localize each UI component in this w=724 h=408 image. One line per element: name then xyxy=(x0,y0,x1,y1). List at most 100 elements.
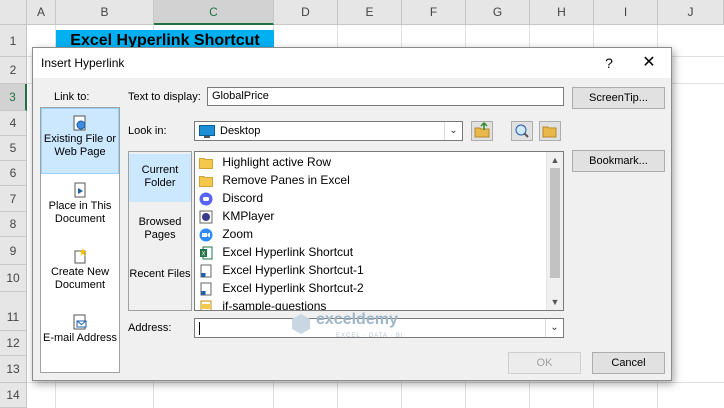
row-header-14[interactable]: 14 xyxy=(0,383,27,408)
look-in-label: Look in: xyxy=(128,125,167,137)
browse-web-button[interactable] xyxy=(511,121,533,141)
email-icon xyxy=(73,314,87,330)
link-to-label-text: Place in This Document xyxy=(48,200,112,225)
row-header-5[interactable]: 5 xyxy=(0,136,27,161)
file-name: if-sample-questions xyxy=(222,299,327,311)
column-header-j[interactable]: J xyxy=(658,0,724,25)
file-name: Excel Hyperlink Shortcut xyxy=(222,245,354,259)
list-item[interactable]: X Excel Hyperlink Shortcut xyxy=(199,243,353,261)
row-header-13[interactable]: 13 xyxy=(0,356,27,383)
desktop-icon xyxy=(199,125,215,138)
folder-icon xyxy=(199,175,213,187)
text-to-display-input[interactable]: GlobalPrice xyxy=(207,87,564,106)
shortcut-file-icon xyxy=(200,282,212,296)
link-to-pane: Existing File or Web Page Place in This … xyxy=(40,107,120,373)
row-header-7[interactable]: 7 xyxy=(0,186,27,212)
link-to-label-text: Existing File or Web Page xyxy=(43,133,117,158)
column-header-b[interactable]: B xyxy=(56,0,154,25)
column-header-d[interactable]: D xyxy=(274,0,338,25)
browsed-pages-tab[interactable]: Browsed Pages xyxy=(129,206,191,254)
file-name: Excel Hyperlink Shortcut-2 xyxy=(222,281,364,295)
cancel-button[interactable]: Cancel xyxy=(592,352,665,374)
new-document-icon xyxy=(74,248,87,264)
insert-hyperlink-dialog: Insert Hyperlink ? ✕ Link to: Existing F… xyxy=(32,47,672,381)
text-cursor xyxy=(199,322,200,335)
row-header-10[interactable]: 10 xyxy=(0,265,27,292)
up-folder-button[interactable] xyxy=(471,121,493,141)
list-item[interactable]: Zoom xyxy=(199,225,253,243)
column-header-a[interactable]: A xyxy=(27,0,56,25)
browse-file-button[interactable] xyxy=(539,121,561,141)
row-header-9[interactable]: 9 xyxy=(0,237,27,265)
column-header-h[interactable]: H xyxy=(530,0,594,25)
row-header-8[interactable]: 8 xyxy=(0,212,27,237)
row-header-1[interactable]: 1 xyxy=(0,25,27,57)
browse-web-icon xyxy=(515,124,529,138)
shortcut-file-icon xyxy=(200,264,212,278)
chevron-down-icon[interactable]: ⌄ xyxy=(545,319,563,337)
close-button[interactable]: ✕ xyxy=(639,53,659,73)
web-file-icon xyxy=(73,115,86,131)
pdf-file-icon xyxy=(200,300,212,310)
document-place-icon xyxy=(74,182,86,198)
svg-text:X: X xyxy=(201,251,205,257)
column-header-i[interactable]: I xyxy=(594,0,658,25)
row-header-3[interactable]: 3 xyxy=(0,84,27,111)
address-label: Address: xyxy=(128,322,172,334)
folder-up-icon xyxy=(474,121,490,138)
zoom-icon xyxy=(199,228,213,242)
sub-navigation-pane: Current Folder Browsed Pages Recent File… xyxy=(128,151,192,311)
list-item[interactable]: Discord xyxy=(199,189,263,207)
excel-file-icon: X xyxy=(200,246,213,260)
column-header-e[interactable]: E xyxy=(338,0,402,25)
link-to-create-new-document[interactable]: Create New Document xyxy=(41,242,119,308)
exceldemy-logo-icon xyxy=(292,314,310,334)
row-header-6[interactable]: 6 xyxy=(0,161,27,186)
row-header-4[interactable]: 4 xyxy=(0,111,27,136)
link-to-label-text: Create New Document xyxy=(50,266,110,291)
row-header-12[interactable]: 12 xyxy=(0,331,27,356)
row-header-2[interactable]: 2 xyxy=(0,57,27,84)
link-to-existing-file[interactable]: Existing File or Web Page xyxy=(41,108,119,174)
current-folder-tab[interactable]: Current Folder xyxy=(129,154,191,202)
chevron-down-icon[interactable]: ⌄ xyxy=(444,122,462,140)
column-header-g[interactable]: G xyxy=(466,0,530,25)
screentip-button[interactable]: ScreenTip... xyxy=(572,87,665,109)
link-to-label: Link to: xyxy=(54,91,90,103)
watermark-tagline: EXCEL · DATA · BI xyxy=(336,333,404,339)
list-item[interactable]: Remove Panes in Excel xyxy=(199,171,350,189)
scroll-up-icon[interactable]: ▲ xyxy=(547,152,563,168)
scroll-thumb[interactable] xyxy=(550,168,560,278)
discord-icon xyxy=(199,192,213,206)
select-all-corner[interactable] xyxy=(0,0,27,25)
list-item[interactable]: Excel Hyperlink Shortcut-2 xyxy=(199,279,364,297)
file-name: Zoom xyxy=(222,227,254,241)
dialog-title: Insert Hyperlink xyxy=(41,56,125,70)
column-header-c[interactable]: C xyxy=(154,0,274,25)
file-name: Highlight active Row xyxy=(222,155,332,169)
list-item[interactable]: if-sample-questions xyxy=(199,297,327,311)
folder-icon xyxy=(199,157,213,169)
ok-button[interactable]: OK xyxy=(508,352,581,374)
link-to-email-address[interactable]: E-mail Address xyxy=(41,308,119,374)
list-item[interactable]: KMPlayer xyxy=(199,207,274,225)
recent-files-tab[interactable]: Recent Files xyxy=(129,258,191,306)
list-item[interactable]: Highlight active Row xyxy=(199,153,331,171)
bookmark-button[interactable]: Bookmark... xyxy=(572,150,665,172)
look-in-dropdown[interactable]: Desktop ⌄ xyxy=(194,121,463,141)
file-list: Highlight active Row Remove Panes in Exc… xyxy=(194,151,564,311)
look-in-value: Desktop xyxy=(220,125,261,137)
file-name: Excel Hyperlink Shortcut-1 xyxy=(222,263,364,277)
row-header-11[interactable]: 11 xyxy=(0,292,27,331)
column-header-f[interactable]: F xyxy=(402,0,466,25)
watermark-brand: exceldemy xyxy=(316,311,398,328)
help-button[interactable]: ? xyxy=(599,53,619,73)
dialog-titlebar[interactable]: Insert Hyperlink ? ✕ xyxy=(33,48,671,78)
link-to-place-in-document[interactable]: Place in This Document xyxy=(41,176,119,242)
text-to-display-label: Text to display: xyxy=(128,91,201,103)
file-name: KMPlayer xyxy=(222,209,275,223)
file-list-scrollbar[interactable]: ▲ ▼ xyxy=(546,152,563,310)
link-to-label-text: E-mail Address xyxy=(43,332,117,344)
scroll-down-icon[interactable]: ▼ xyxy=(547,294,563,310)
list-item[interactable]: Excel Hyperlink Shortcut-1 xyxy=(199,261,364,279)
